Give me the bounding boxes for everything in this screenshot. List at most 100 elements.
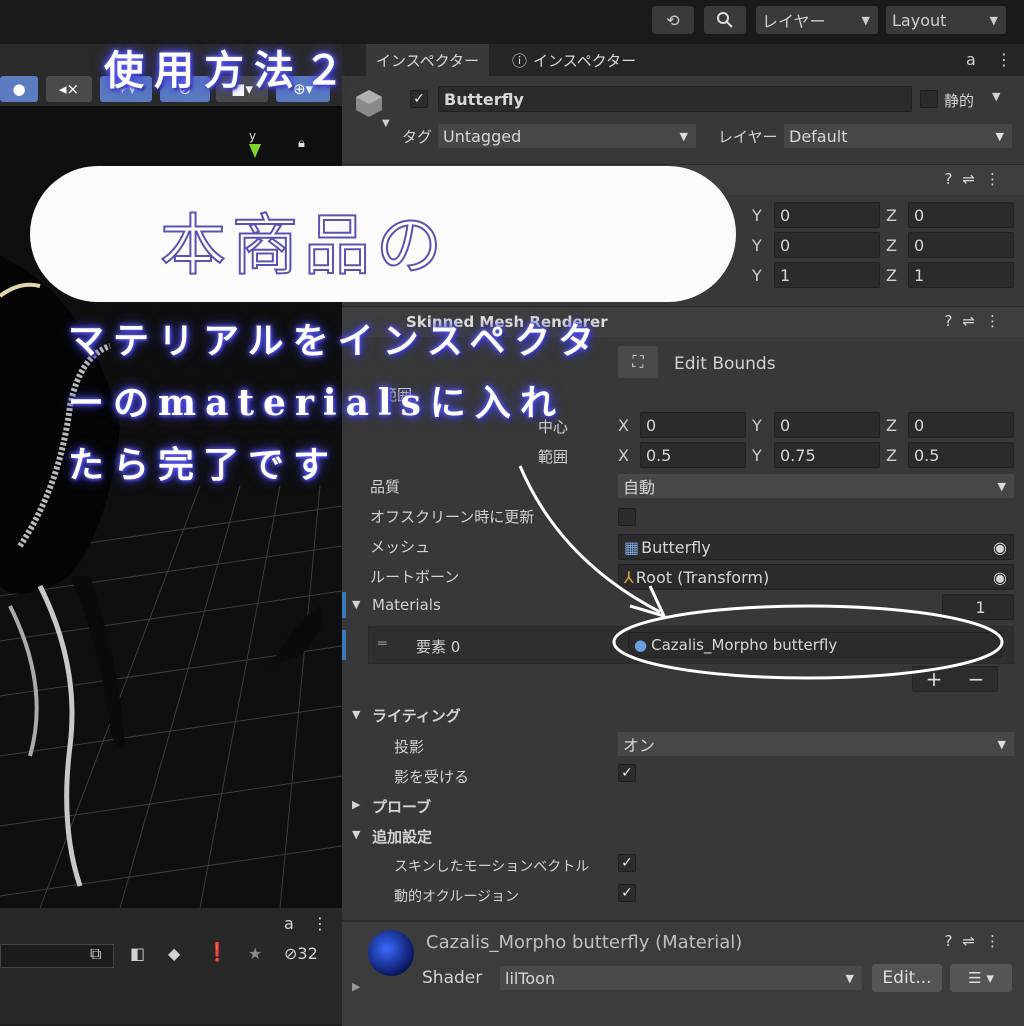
chevron-down-icon[interactable]: ▼ [382,118,390,129]
chevron-down-icon[interactable]: ▼ [352,708,360,721]
help-icon[interactable]: ? [944,312,962,330]
chevron-right-icon[interactable]: ▶ [352,980,360,993]
skinned-motion-checkbox[interactable]: ✓ [618,854,636,872]
static-label: 静的 [944,92,975,110]
materials-label: Materials [372,596,441,614]
chevron-down-icon[interactable]: ▼ [352,598,360,611]
field-value: 0 [914,235,925,255]
rootbone-field[interactable]: ⅄ Root (Transform) ◉ [618,564,1014,590]
list-menu-icon[interactable]: ☰ ▾ [950,964,1012,992]
axis-x-label: X [618,416,629,435]
mesh-grid-icon: ▦ [624,537,640,557]
tag-dropdown[interactable]: Untagged ▼ [438,124,696,148]
material-element-field[interactable]: ● Cazalis_Morpho butterfly [628,632,1002,658]
center-x-field[interactable]: 0 [640,412,746,438]
shader-edit-button[interactable]: Edit... [872,964,942,992]
materials-size-field[interactable]: 1 [942,594,1014,620]
star-icon[interactable]: ★ [248,944,262,963]
lock-icon[interactable]: a [284,914,294,933]
settings-sliders-icon[interactable]: ⇌ [962,170,985,188]
lock-icon[interactable]: a [966,50,976,69]
hidden-packages-icon[interactable]: ⊘32 [284,944,318,963]
kebab-menu-icon[interactable]: ⋮ [312,914,328,933]
shader-dropdown[interactable]: lilToon ▼ [500,966,862,990]
extent-z-field[interactable]: 0.5 [908,442,1014,468]
center-y-field[interactable]: 0 [774,412,880,438]
tab-label: インスペクター [376,51,480,70]
dynamic-occlusion-checkbox[interactable]: ✓ [618,884,636,902]
cast-shadows-dropdown[interactable]: オン ▼ [618,732,1014,756]
layer-label: レイヤー [718,128,778,146]
chevron-down-icon[interactable]: ▼ [992,90,1000,103]
kebab-menu-icon[interactable]: ⋮ [996,50,1012,69]
axis-z-label: Z [886,236,897,255]
help-icon[interactable]: ? [944,170,962,188]
history-icon[interactable]: ⟲ [652,6,694,34]
search-by-type-icon[interactable]: ⧉ [90,944,101,964]
help-icon[interactable]: ? [944,932,962,950]
active-checkbox[interactable]: ✓ [410,90,428,108]
edit-button-label: Edit... [882,968,932,988]
field-value: 0.5 [914,445,940,465]
search-icon[interactable] [704,6,746,34]
drag-handle-icon[interactable]: ═ [378,636,386,652]
object-name-field[interactable]: Butterfly [438,86,912,112]
field-value: 0.5 [646,445,672,465]
chevron-right-icon[interactable]: ▶ [352,798,360,811]
offscreen-checkbox[interactable] [618,508,636,526]
scale-y-field[interactable]: 1 [774,262,880,288]
tab-inspector-1[interactable]: インスペクター [366,44,490,76]
kebab-menu-icon[interactable]: ⋮ [985,932,1010,950]
scene-gizmo-y-axis-icon[interactable]: y [248,129,262,158]
warning-icon[interactable]: ❗ [206,942,228,963]
chevron-down-icon[interactable]: ▼ [352,828,360,841]
layers-dropdown[interactable]: レイヤー ▼ [756,6,878,34]
layout-dropdown-label: Layout [892,10,947,30]
layer-value: Default [789,126,848,146]
material-title: Cazalis_Morpho butterfly (Material) [426,932,743,953]
object-picker-icon[interactable]: ◉ [993,568,1007,587]
quality-dropdown[interactable]: 自動 ▼ [618,474,1014,498]
edit-bounds-icon[interactable]: ⛶ [618,346,658,378]
mesh-field[interactable]: ▦ Butterfly ◉ [618,534,1014,560]
layer-dropdown[interactable]: Default ▼ [784,124,1012,148]
position-z-field[interactable]: 0 [908,202,1014,228]
chevron-down-icon: ▼ [679,129,688,143]
position-y-field[interactable]: 0 [774,202,880,228]
label-tag-icon[interactable]: ◆ [168,944,180,963]
remove-element-button[interactable]: − [968,667,985,691]
extent-y-field[interactable]: 0.75 [774,442,880,468]
lighting-toggle-icon[interactable]: ● [0,76,38,102]
rootbone-label: ルートボーン [370,568,460,586]
tab-inspector-2[interactable]: ⓘ インスペクター [512,44,636,76]
settings-sliders-icon[interactable]: ⇌ [962,932,985,950]
audio-toggle-icon[interactable]: ◂× [46,76,92,102]
axis-y-label: Y [752,266,762,285]
scale-z-field[interactable]: 1 [908,262,1014,288]
layout-dropdown[interactable]: Layout ▼ [886,6,1006,34]
instruction-line-3: たら完了です [68,444,339,486]
field-value: 0 [914,205,925,225]
extent-x-field[interactable]: 0.5 [640,442,746,468]
object-picker-icon[interactable]: ◉ [993,538,1007,557]
receive-shadows-checkbox[interactable]: ✓ [618,764,636,782]
filter-icon[interactable]: ◧ [130,944,145,963]
static-checkbox[interactable] [920,90,938,108]
rotation-y-field[interactable]: 0 [774,232,880,258]
lock-icon[interactable]: 🔒︎ [298,136,305,151]
chevron-down-icon: ▼ [845,971,854,985]
extent-label: 範囲 [538,448,569,466]
axis-y-label: Y [752,416,762,435]
center-z-field[interactable]: 0 [908,412,1014,438]
kebab-menu-icon[interactable]: ⋮ [985,170,1010,188]
tag-value: Untagged [443,126,522,146]
add-element-button[interactable]: + [926,667,943,691]
rotation-z-field[interactable]: 0 [908,232,1014,258]
kebab-menu-icon[interactable]: ⋮ [985,312,1010,330]
material-sphere-icon: ● [634,636,648,654]
gameobject-cube-icon [354,88,384,118]
settings-sliders-icon[interactable]: ⇌ [962,312,985,330]
field-value: 1 [914,265,925,285]
element-label: 要素 0 [416,638,461,656]
axis-z-label: Z [886,206,897,225]
